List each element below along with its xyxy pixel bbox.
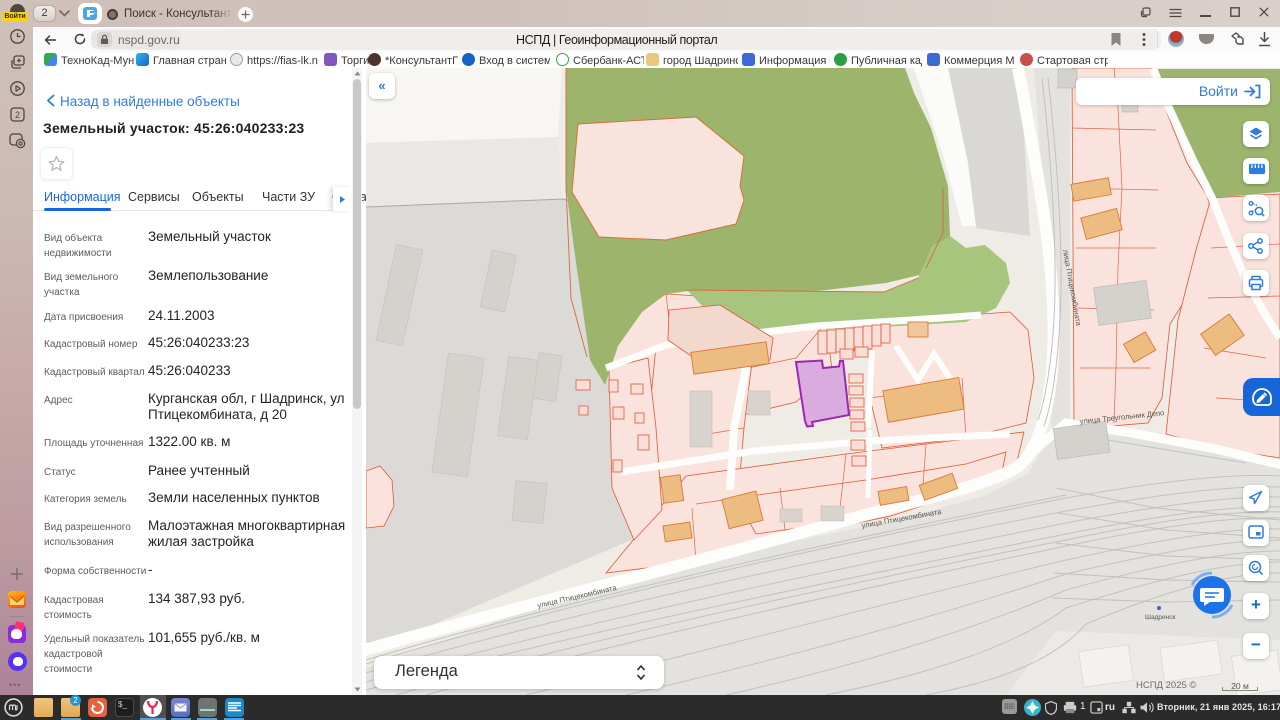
- svg-text:Шадринск: Шадринск: [1145, 614, 1175, 621]
- svg-text:2: 2: [15, 110, 20, 120]
